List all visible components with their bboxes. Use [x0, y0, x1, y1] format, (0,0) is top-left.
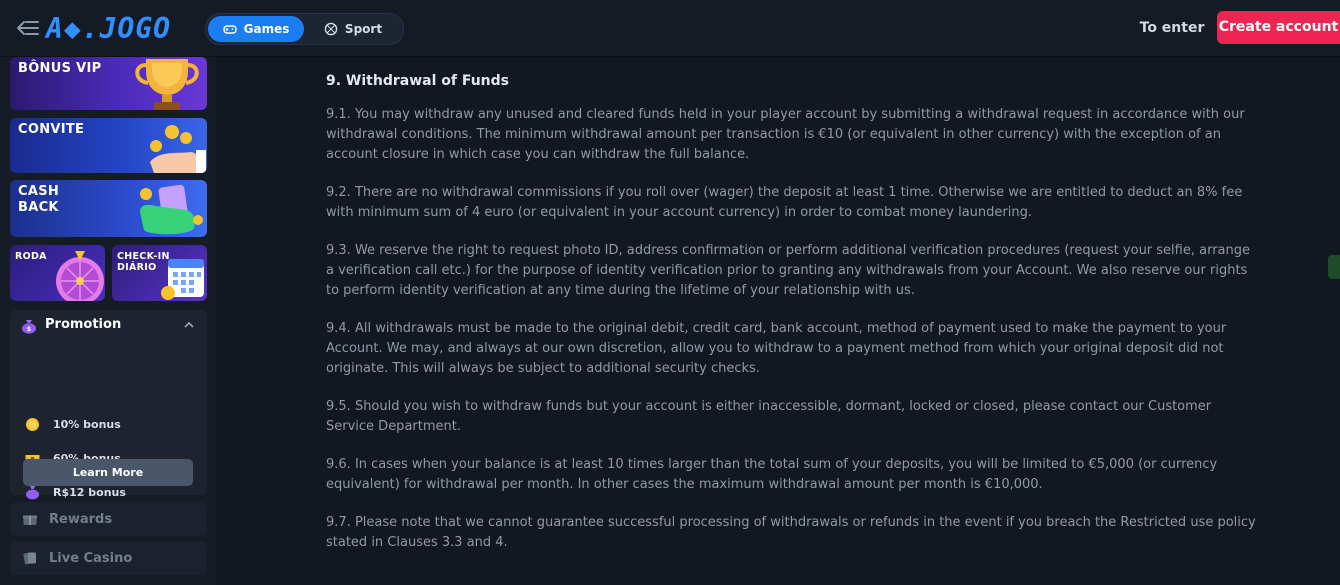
cards-icon: [23, 552, 36, 565]
sport-tab[interactable]: Sport: [306, 16, 400, 42]
gift-icon: [23, 515, 37, 525]
paragraph-9-2: 9.2. There are no withdrawal commissions…: [326, 185, 1243, 220]
sidebar-item-rewards[interactable]: Rewards: [10, 502, 207, 536]
paragraph-9-5: 9.5. Should you wish to withdraw funds b…: [326, 399, 1212, 434]
cashback-title-line1: CASH: [18, 184, 60, 199]
cashback-title: CASH BACK: [18, 184, 59, 216]
money-bag-icon: $: [22, 320, 36, 334]
promotion-header[interactable]: $ Promotion: [10, 310, 207, 340]
paragraph-9-1: 9.1. You may withdraw any unused and cle…: [326, 107, 1245, 162]
logo-text: A◆.JOGO: [46, 11, 172, 45]
cashback-title-line2: BACK: [18, 200, 59, 215]
side-widget-tab[interactable]: [1328, 255, 1340, 279]
login-button[interactable]: To enter: [1136, 16, 1208, 40]
sidebar-item-label: Live Casino: [49, 550, 133, 566]
svg-text:$: $: [27, 326, 31, 333]
coins-hand-icon: [150, 125, 206, 173]
promotion-panel: $ Promotion 10% bonus 60% bonus R$12 bon…: [10, 310, 207, 499]
paragraph-9-3: 9.3. We reserve the right to request pho…: [326, 243, 1250, 298]
games-sport-switch: Games Sport: [205, 13, 404, 45]
top-header: A◆.JOGO Games Sport To enter Create acco…: [0, 0, 1340, 57]
collapse-sidebar-icon[interactable]: [16, 17, 40, 39]
roda-title: RODA: [15, 251, 47, 262]
paragraph-9-4: 9.4. All withdrawals must be made to the…: [326, 321, 1227, 376]
sidebar-item-live-casino[interactable]: Live Casino: [10, 541, 207, 575]
create-account-button[interactable]: Create account: [1217, 11, 1340, 44]
paragraph-9-7: 9.7. Please note that we cannot guarante…: [326, 515, 1256, 550]
sport-tab-label: Sport: [344, 22, 383, 36]
promotion-item-10-bonus[interactable]: 10% bonus: [24, 414, 121, 434]
wallet-icon: [140, 184, 203, 235]
promotion-item-label: R$12 bonus: [53, 485, 126, 499]
section-heading: 9. Withdrawal of Funds: [326, 73, 509, 89]
bonus-vip-card[interactable]: BÔNUS VIP: [10, 57, 207, 110]
left-sidebar: BÔNUS VIP CONVITE CASH BACK RODA CHECK-I…: [0, 57, 216, 585]
games-tab[interactable]: Games: [208, 16, 304, 42]
checkin-card[interactable]: CHECK-IN DIÁRIO: [112, 245, 207, 301]
gamepad-icon: [222, 25, 237, 34]
roda-card[interactable]: RODA: [10, 245, 105, 301]
ball-icon: [324, 22, 338, 36]
bonus-vip-title: BÔNUS VIP: [18, 61, 102, 76]
trophy-icon: [135, 59, 199, 110]
money-bag-icon: [26, 485, 39, 499]
sidebar-item-label: Rewards: [49, 511, 113, 527]
wheel-icon: [56, 251, 104, 301]
terms-section: 9. Withdrawal of Funds 9.1. You may with…: [326, 71, 1256, 571]
paragraph-9-6: 9.6. In cases when your balance is at le…: [326, 457, 1218, 492]
convite-card[interactable]: CONVITE: [10, 118, 207, 173]
chevron-up-icon[interactable]: [183, 319, 195, 331]
calendar-icon: [161, 259, 204, 300]
learn-more-button[interactable]: Learn More: [23, 459, 193, 486]
promotion-title: Promotion: [45, 317, 122, 332]
site-logo[interactable]: A◆.JOGO: [46, 11, 172, 45]
games-tab-label: Games: [243, 22, 290, 36]
convite-title: CONVITE: [18, 122, 85, 137]
coin-icon: [26, 417, 39, 431]
main-content: 9. Withdrawal of Funds 9.1. You may with…: [216, 57, 1340, 585]
cashback-card[interactable]: CASH BACK: [10, 180, 207, 237]
promotion-item-label: 10% bonus: [53, 417, 121, 431]
